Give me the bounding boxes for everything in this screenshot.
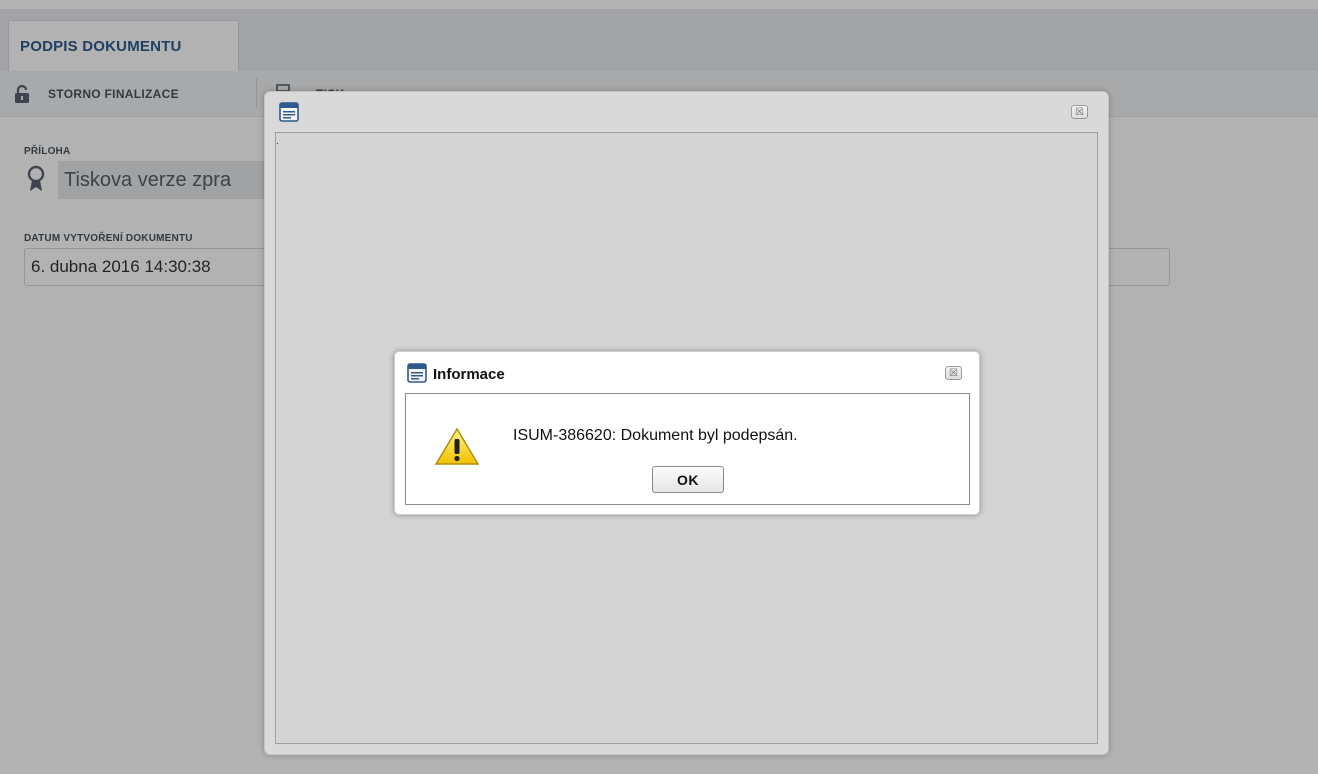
close-icon[interactable]: ☒ — [1071, 105, 1088, 119]
dialog-body: ISUM-386620: Dokument byl podepsán. OK — [405, 393, 970, 505]
dialog-message: ISUM-386620: Dokument byl podepsán. — [513, 427, 798, 444]
warning-icon — [434, 427, 480, 467]
info-dialog: Informace ☒ ISUM-386620: Dokument byl po… — [394, 351, 980, 515]
window-icon — [279, 102, 299, 122]
content-mark: . — [276, 136, 279, 147]
dialog-window-icon — [407, 363, 427, 383]
print-window-titlebar: ☒ — [265, 92, 1108, 132]
dialog-title: Informace — [433, 366, 505, 383]
ok-button[interactable]: OK — [652, 466, 724, 493]
ok-label: OK — [677, 471, 699, 488]
dialog-close-icon[interactable]: ☒ — [945, 366, 962, 380]
